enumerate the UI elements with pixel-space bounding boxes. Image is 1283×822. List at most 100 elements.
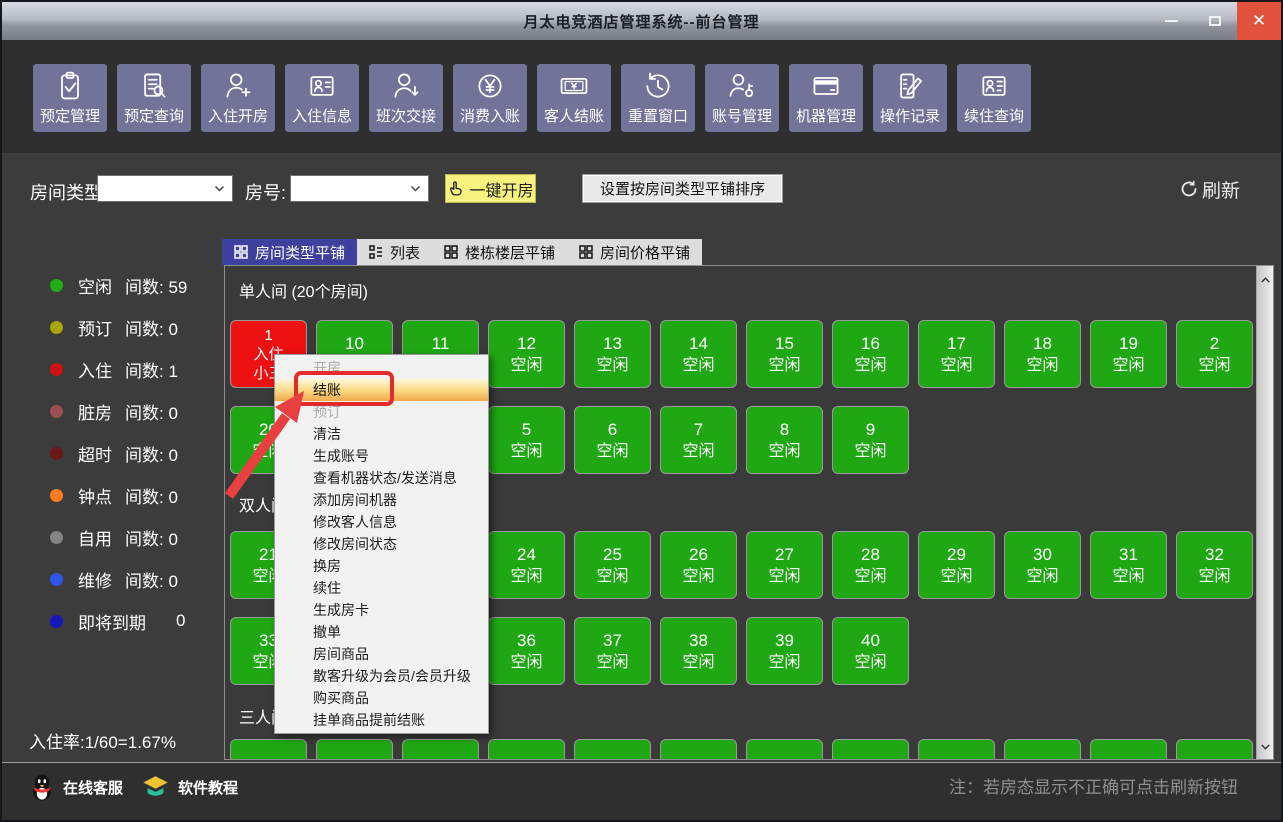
toolbar-label: 消费入账 [460,105,520,126]
reservation-manage-button[interactable]: 预定管理 [33,64,107,132]
context-menu-item[interactable]: 修改房间状态 [275,533,488,555]
room-cell-18[interactable]: 18空闲 [1004,320,1081,388]
room-cell-17[interactable]: 17空闲 [918,320,995,388]
room-cell-39[interactable]: 39空闲 [746,617,823,685]
room-cell[interactable] [316,739,393,760]
tab-list[interactable]: 列表 [357,239,432,265]
room-cell-13[interactable]: 13空闲 [574,320,651,388]
room-no-select[interactable] [290,175,429,202]
chevron-up-icon [1261,277,1270,283]
room-number: 15 [775,333,794,355]
context-menu-item[interactable]: 生成房卡 [275,599,488,621]
close-button[interactable]: ✕ [1237,2,1281,40]
tab-room-price-tile[interactable]: 房间价格平铺 [567,239,702,265]
room-cell-2[interactable]: 2空闲 [1176,320,1253,388]
room-cell-5[interactable]: 5空闲 [488,406,565,474]
room-cell-25[interactable]: 25空闲 [574,531,651,599]
context-menu-item[interactable]: 房间商品 [275,643,488,665]
room-status: 空闲 [596,441,628,462]
reservation-query-button[interactable]: 预定查询 [117,64,191,132]
room-number: 30 [1033,544,1052,566]
room-cell-40[interactable]: 40空闲 [832,617,909,685]
maximize-button[interactable] [1193,2,1237,40]
room-cell[interactable] [1004,739,1081,760]
minimize-button[interactable] [1149,2,1193,40]
room-cell-27[interactable]: 27空闲 [746,531,823,599]
room-cell-24[interactable]: 24空闲 [488,531,565,599]
context-menu-item[interactable]: 撤单 [275,621,488,643]
room-cell[interactable] [746,739,823,760]
room-cell-15[interactable]: 15空闲 [746,320,823,388]
room-cell-9[interactable]: 9空闲 [832,406,909,474]
context-menu-item[interactable]: 换房 [275,555,488,577]
room-cell-29[interactable]: 29空闲 [918,531,995,599]
refresh-icon [1180,180,1198,198]
room-cell-14[interactable]: 14空闲 [660,320,737,388]
consumption-entry-button[interactable]: 消费入账 [453,64,527,132]
room-cell-7[interactable]: 7空闲 [660,406,737,474]
online-service-link[interactable]: 在线客服 [30,770,123,804]
room-number: 29 [947,544,966,566]
scroll-up-arrow[interactable] [1261,266,1270,292]
tab-building-floor-tile[interactable]: 楼栋楼层平铺 [432,239,567,265]
reset-window-button[interactable]: 重置窗口 [621,64,695,132]
room-status: 空闲 [854,652,886,673]
room-cell[interactable] [488,739,565,760]
room-cell-12[interactable]: 12空闲 [488,320,565,388]
room-cell-28[interactable]: 28空闲 [832,531,909,599]
status-legend: 空闲间数: 59预订间数: 0入住间数: 1脏房间数: 0超时间数: 0钟点间数… [50,274,187,632]
toolbar-label: 账号管理 [712,105,772,126]
tutorial-link[interactable]: 软件教程 [142,770,238,804]
room-cell[interactable] [832,739,909,760]
room-cell[interactable] [918,739,995,760]
room-status: 空闲 [596,566,628,587]
guest-checkout-button[interactable]: 客人结账 [537,64,611,132]
room-cell-8[interactable]: 8空闲 [746,406,823,474]
account-manage-button[interactable]: 账号管理 [705,64,779,132]
scroll-down-arrow[interactable] [1261,733,1270,759]
room-cell-6[interactable]: 6空闲 [574,406,651,474]
room-number: 14 [689,333,708,355]
one-key-open-button[interactable]: 一键开房 [445,174,536,203]
room-cell-19[interactable]: 19空闲 [1090,320,1167,388]
stay-extension-query-button[interactable]: 续住查询 [957,64,1031,132]
room-cell-31[interactable]: 31空闲 [1090,531,1167,599]
room-cell-36[interactable]: 36空闲 [488,617,565,685]
room-cell-38[interactable]: 38空闲 [660,617,737,685]
room-cell[interactable] [660,739,737,760]
refresh-label: 刷新 [1202,176,1240,203]
room-cell[interactable] [1176,739,1253,760]
room-cell[interactable] [1090,739,1167,760]
legend-item: 空闲间数: 59 [50,274,187,296]
history-clock-icon [642,70,674,102]
grid-icon [234,245,248,259]
room-cell[interactable] [230,739,307,760]
vertical-scrollbar[interactable] [1256,266,1273,759]
tab-room-type-tile[interactable]: 房间类型平铺 [222,239,357,265]
context-menu-item[interactable]: 购买商品 [275,687,488,709]
check-in-open-button[interactable]: 入住开房 [201,64,275,132]
room-cell-30[interactable]: 30空闲 [1004,531,1081,599]
room-cell-26[interactable]: 26空闲 [660,531,737,599]
room-status: 空闲 [596,652,628,673]
room-cell-37[interactable]: 37空闲 [574,617,651,685]
room-cell[interactable] [574,739,651,760]
refresh-button[interactable]: 刷新 [1180,175,1240,203]
room-cell[interactable] [402,739,479,760]
room-status: 空闲 [1026,566,1058,587]
room-type-select[interactable] [97,175,233,202]
room-cell-16[interactable]: 16空闲 [832,320,909,388]
check-in-info-button[interactable]: 入住信息 [285,64,359,132]
machine-manage-button[interactable]: 机器管理 [789,64,863,132]
shift-handover-button[interactable]: 班次交接 [369,64,443,132]
room-cell-32[interactable]: 32空闲 [1176,531,1253,599]
context-menu-item[interactable]: 续住 [275,577,488,599]
context-menu-item[interactable]: 散客升级为会员/会员升级 [275,665,488,687]
context-menu-item[interactable]: 修改客人信息 [275,511,488,533]
operation-log-button[interactable]: 操作记录 [873,64,947,132]
sort-by-room-type-button[interactable]: 设置按房间类型平铺排序 [582,174,783,203]
status-dot-icon [50,447,63,460]
toolbar-label: 重置窗口 [628,105,688,126]
sort-button-label: 设置按房间类型平铺排序 [600,178,765,199]
context-menu-item[interactable]: 挂单商品提前结账 [275,709,488,731]
